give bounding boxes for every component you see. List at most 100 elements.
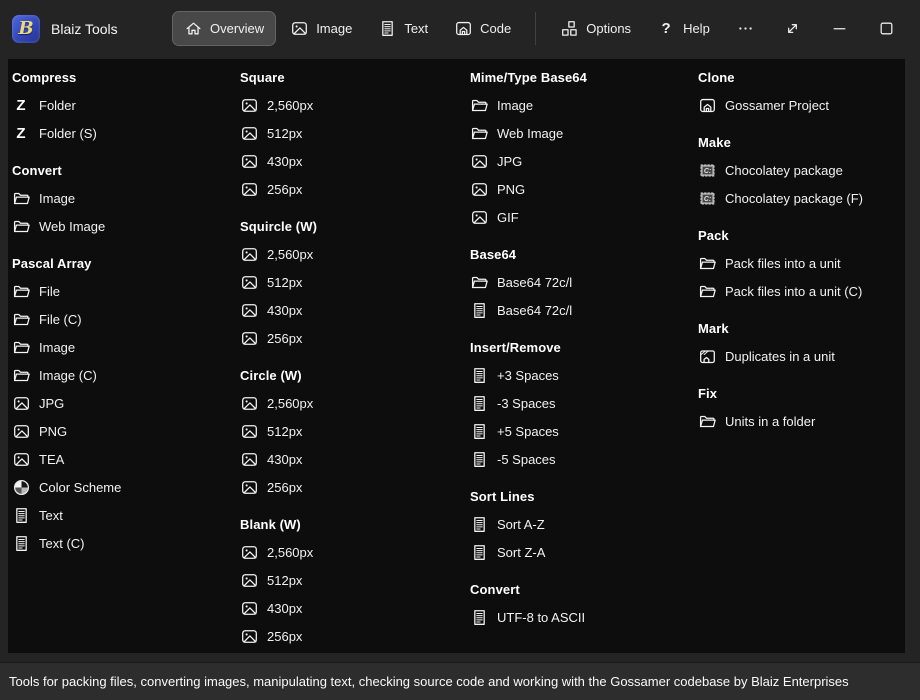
- window-icon: [454, 20, 472, 38]
- tab-bar: Overview ImageText Code: [172, 11, 523, 46]
- tool-item-512px[interactable]: 512px: [240, 268, 470, 296]
- titlebar-divider: [535, 12, 536, 45]
- tool-item-web-image[interactable]: Web Image: [12, 212, 240, 240]
- section-pack: PackPack files into a unitPack files int…: [698, 221, 905, 305]
- tool-item-label: 2,560px: [267, 247, 313, 262]
- tool-item-5-spaces[interactable]: -5 Spaces: [470, 445, 698, 473]
- tool-item-base64-72c-l[interactable]: Base64 72c/l: [470, 268, 698, 296]
- tool-item-256px[interactable]: 256px: [240, 622, 470, 650]
- tool-item-png[interactable]: PNG: [12, 417, 240, 445]
- tool-item-image-c[interactable]: Image (C): [12, 361, 240, 389]
- section-heading: Insert/Remove: [470, 333, 698, 361]
- minimize-button[interactable]: [816, 11, 863, 47]
- tool-item-chocolatey-package-f[interactable]: C:Chocolatey package (F): [698, 184, 905, 212]
- tool-item-web-image[interactable]: Web Image: [470, 119, 698, 147]
- tool-item-2-560px[interactable]: 2,560px: [240, 389, 470, 417]
- tool-item-430px[interactable]: 430px: [240, 445, 470, 473]
- tab-image[interactable]: Image: [278, 11, 364, 46]
- tool-item-text-c[interactable]: Text (C): [12, 529, 240, 557]
- tool-item-512px[interactable]: 512px: [240, 566, 470, 594]
- section-make: MakeC:Chocolatey packageC:Chocolatey pac…: [698, 128, 905, 212]
- section-convert: ConvertUTF-8 to ASCII: [470, 575, 698, 631]
- tool-item-pack-files-into-a-unit-c[interactable]: Pack files into a unit (C): [698, 277, 905, 305]
- tool-item-256px[interactable]: 256px: [240, 473, 470, 501]
- more-button[interactable]: [722, 11, 769, 47]
- tab-label: Code: [480, 21, 511, 36]
- menu-options[interactable]: Options: [548, 11, 643, 46]
- tool-item-256px[interactable]: 256px: [240, 324, 470, 352]
- document-icon: [470, 608, 488, 626]
- section-heading: Square: [240, 63, 470, 91]
- section-heading: Clone: [698, 63, 905, 91]
- image-icon: [240, 273, 258, 291]
- image-icon: [290, 20, 308, 38]
- tool-item-units-in-a-folder[interactable]: Units in a folder: [698, 407, 905, 435]
- section-fix: FixUnits in a folder: [698, 379, 905, 435]
- window-controls: [722, 11, 920, 47]
- menu-help[interactable]: ?Help: [645, 11, 722, 46]
- tool-item-folder-s[interactable]: ZFolder (S): [12, 119, 240, 147]
- tab-overview[interactable]: Overview: [172, 11, 276, 46]
- maximize-button[interactable]: [863, 11, 910, 47]
- folder-icon: [12, 189, 30, 207]
- section-mime-type-base64: Mime/Type Base64ImageWeb ImageJPGPNGGIF: [470, 63, 698, 231]
- tool-item-image[interactable]: Image: [470, 91, 698, 119]
- tool-item-text[interactable]: Text: [12, 501, 240, 529]
- app-identity: B Blaiz Tools: [12, 15, 172, 43]
- resize-button[interactable]: [769, 11, 816, 47]
- tool-item-sort-z-a[interactable]: Sort Z-A: [470, 538, 698, 566]
- resize-icon: [783, 20, 801, 38]
- tool-item-label: 256px: [267, 480, 302, 495]
- tab-text[interactable]: Text: [366, 11, 440, 46]
- svg-text:C:: C:: [703, 195, 710, 202]
- help-icon: ?: [657, 20, 675, 38]
- image-icon: [470, 180, 488, 198]
- tool-item-2-560px[interactable]: 2,560px: [240, 240, 470, 268]
- titlebar[interactable]: B Blaiz Tools Overview ImageText Code Opti…: [0, 0, 920, 57]
- tool-item-512px[interactable]: 512px: [240, 417, 470, 445]
- tool-item-file[interactable]: File: [12, 277, 240, 305]
- close-button[interactable]: [910, 11, 920, 47]
- document-icon: [12, 534, 30, 552]
- tool-item-512px[interactable]: 512px: [240, 119, 470, 147]
- tool-item-duplicates-in-a-unit[interactable]: Duplicates in a unit: [698, 342, 905, 370]
- tool-item-sort-a-z[interactable]: Sort A-Z: [470, 510, 698, 538]
- tool-item-png[interactable]: PNG: [470, 175, 698, 203]
- tool-item-utf-8-to-ascii[interactable]: UTF-8 to ASCII: [470, 603, 698, 631]
- section-base64: Base64Base64 72c/lBase64 72c/l: [470, 240, 698, 324]
- tab-code[interactable]: Code: [442, 11, 523, 46]
- tool-item-color-scheme[interactable]: Color Scheme: [12, 473, 240, 501]
- tool-item-jpg[interactable]: JPG: [12, 389, 240, 417]
- section-heading: Blank (W): [240, 510, 470, 538]
- tab-label: Overview: [210, 21, 264, 36]
- tool-item-3-spaces[interactable]: -3 Spaces: [470, 389, 698, 417]
- section-heading: Mark: [698, 314, 905, 342]
- tool-item-2-560px[interactable]: 2,560px: [240, 91, 470, 119]
- tool-item-430px[interactable]: 430px: [240, 594, 470, 622]
- tool-item-label: Web Image: [39, 219, 105, 234]
- tool-item-label: GIF: [497, 210, 519, 225]
- tool-item-base64-72c-l[interactable]: Base64 72c/l: [470, 296, 698, 324]
- tool-item-jpg[interactable]: JPG: [470, 147, 698, 175]
- document-icon: [470, 543, 488, 561]
- tool-item-tea[interactable]: TEA: [12, 445, 240, 473]
- section-heading: Fix: [698, 379, 905, 407]
- tool-item-5-spaces[interactable]: +5 Spaces: [470, 417, 698, 445]
- tool-item-3-spaces[interactable]: +3 Spaces: [470, 361, 698, 389]
- tool-item-gif[interactable]: GIF: [470, 203, 698, 231]
- tool-item-pack-files-into-a-unit[interactable]: Pack files into a unit: [698, 249, 905, 277]
- tool-item-chocolatey-package[interactable]: C:Chocolatey package: [698, 156, 905, 184]
- tool-item-image[interactable]: Image: [12, 184, 240, 212]
- tool-item-label: -5 Spaces: [497, 452, 556, 467]
- tool-item-folder[interactable]: ZFolder: [12, 91, 240, 119]
- section-heading: Pack: [698, 221, 905, 249]
- tool-item-file-c[interactable]: File (C): [12, 305, 240, 333]
- tool-item-256px[interactable]: 256px: [240, 175, 470, 203]
- document-icon: [470, 366, 488, 384]
- tool-item-gossamer-project[interactable]: Gossamer Project: [698, 91, 905, 119]
- tool-item-430px[interactable]: 430px: [240, 147, 470, 175]
- folder-icon: [698, 282, 716, 300]
- tool-item-2-560px[interactable]: 2,560px: [240, 538, 470, 566]
- tool-item-image[interactable]: Image: [12, 333, 240, 361]
- tool-item-430px[interactable]: 430px: [240, 296, 470, 324]
